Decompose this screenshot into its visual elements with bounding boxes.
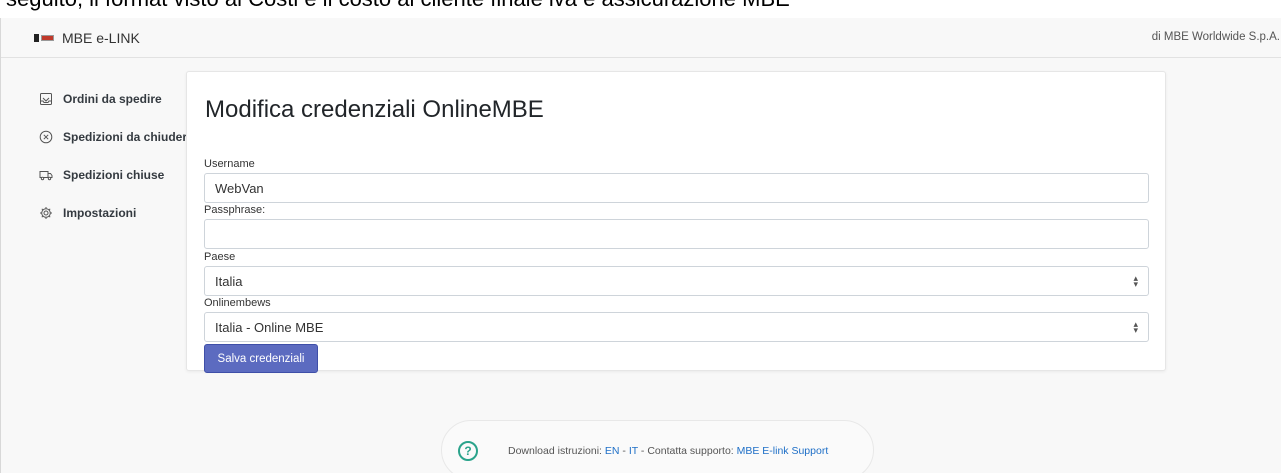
sidebar-item-label: Spedizioni da chiudere xyxy=(63,130,194,144)
username-value: WebVan xyxy=(215,180,264,196)
app-window: MBE e-LINK di MBE Worldwide S.p.A. Ordin… xyxy=(0,18,1281,473)
brand[interactable]: MBE e-LINK xyxy=(34,30,140,46)
document-text: seguito, il format visto ai Costi è il c… xyxy=(6,0,790,12)
credentials-card: Modifica credenziali OnlineMBE Username … xyxy=(186,71,1166,373)
onlinembews-value: Italia - Online MBE xyxy=(215,319,324,335)
select-caret-icon: ▴ ▾ xyxy=(1133,273,1138,289)
username-field[interactable]: WebVan xyxy=(204,173,1149,203)
select-caret-icon: ▴ ▾ xyxy=(1133,319,1138,335)
top-navbar: MBE e-LINK di MBE Worldwide S.p.A. xyxy=(1,18,1281,58)
close-circle-icon xyxy=(39,130,53,144)
support-footer: ? Download istruzioni: EN - IT - Contatt… xyxy=(441,420,874,473)
page-title: Modifica credenziali OnlineMBE xyxy=(205,96,544,123)
download-en-link[interactable]: EN xyxy=(605,445,620,457)
username-label: Username xyxy=(204,158,255,170)
country-select[interactable]: Italia ▴ ▾ xyxy=(204,266,1149,296)
footer-text: Download istruzioni: EN - IT - Contatta … xyxy=(508,445,828,457)
sidebar-item-spedizioni-chiuse[interactable]: Spedizioni chiuse xyxy=(39,166,189,184)
sidebar-item-spedizioni-da-chiudere[interactable]: Spedizioni da chiudere xyxy=(39,128,194,146)
support-link[interactable]: MBE E-link Support xyxy=(737,445,829,457)
footer-contact-text: - Contatta supporto: xyxy=(637,445,737,457)
onlinembews-label: Onlinembews xyxy=(204,297,271,309)
sidebar-item-label: Spedizioni chiuse xyxy=(63,168,165,182)
document-text-strip: seguito, il format visto ai Costi è il c… xyxy=(0,0,1281,18)
sidebar: Ordini da spedire Spedizioni da chiudere… xyxy=(39,90,194,242)
app-name: MBE e-LINK xyxy=(62,30,140,46)
company-name: di MBE Worldwide S.p.A. xyxy=(1151,31,1280,43)
passphrase-field[interactable] xyxy=(204,219,1149,249)
country-value: Italia xyxy=(215,273,243,289)
sidebar-item-label: Impostazioni xyxy=(63,206,137,220)
footer-separator: - xyxy=(619,445,629,457)
country-label: Paese xyxy=(204,251,236,263)
truck-icon xyxy=(39,168,53,182)
footer-prefix: Download istruzioni: xyxy=(508,445,605,457)
save-credentials-button[interactable]: Salva credenziali xyxy=(204,344,318,373)
passphrase-label: Passphrase: xyxy=(204,204,266,216)
sidebar-item-ordini-da-spedire[interactable]: Ordini da spedire xyxy=(39,90,189,108)
sidebar-item-label: Ordini da spedire xyxy=(63,92,162,106)
sidebar-item-impostazioni[interactable]: Impostazioni xyxy=(39,204,189,222)
help-icon[interactable]: ? xyxy=(458,441,478,461)
mbe-logo-icon xyxy=(34,33,56,43)
inbox-tray-icon xyxy=(39,92,53,106)
onlinembews-select[interactable]: Italia - Online MBE ▴ ▾ xyxy=(204,312,1149,342)
gear-icon xyxy=(39,206,53,220)
download-it-link[interactable]: IT xyxy=(629,445,638,457)
